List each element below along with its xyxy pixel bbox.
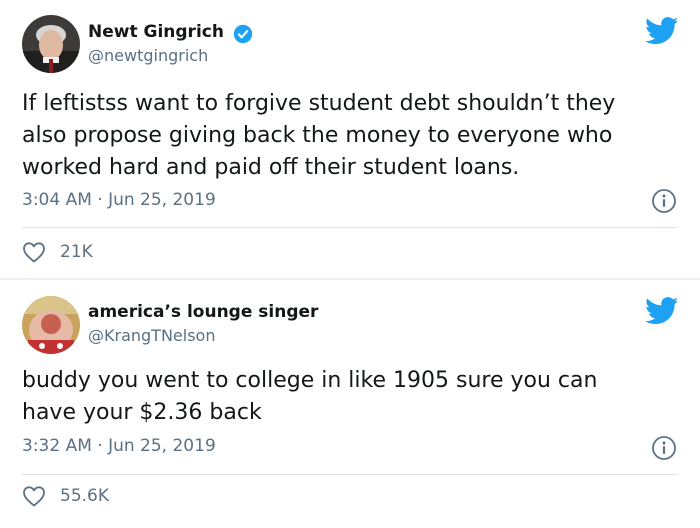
twitter-bird-icon[interactable] [645,17,679,45]
divider [22,227,678,228]
like-button[interactable]: 55.6K [22,485,109,507]
author-handle[interactable]: @KrangTNelson [88,326,215,345]
heart-icon [23,486,45,507]
info-icon[interactable] [651,435,677,461]
tweet-text: buddy you went to college in like 1905 s… [22,368,598,425]
avatar[interactable] [22,15,80,73]
divider [22,474,678,475]
like-button[interactable]: 21K [22,241,93,263]
verified-badge-icon [233,24,253,44]
author-name[interactable]: Newt Gingrich [88,22,224,42]
heart-icon [23,242,45,263]
avatar[interactable] [22,296,80,354]
like-count: 21K [60,242,93,262]
author-handle[interactable]: @newtgingrich [88,46,208,65]
tweet-timestamp[interactable]: 3:32 AM · Jun 25, 2019 [22,436,216,456]
author-name[interactable]: america’s lounge singer [88,302,318,322]
like-count: 55.6K [60,486,109,506]
twitter-bird-icon[interactable] [645,297,679,325]
tweet-card: america’s lounge singer @KrangTNelson bu… [0,280,700,528]
tweet-timestamp[interactable]: 3:04 AM · Jun 25, 2019 [22,190,216,210]
tweet-text: If leftistss want to forgive student deb… [22,91,616,180]
tweet-card: Newt Gingrich @newtgingrich If leftistss… [0,0,700,278]
info-icon[interactable] [651,188,677,214]
